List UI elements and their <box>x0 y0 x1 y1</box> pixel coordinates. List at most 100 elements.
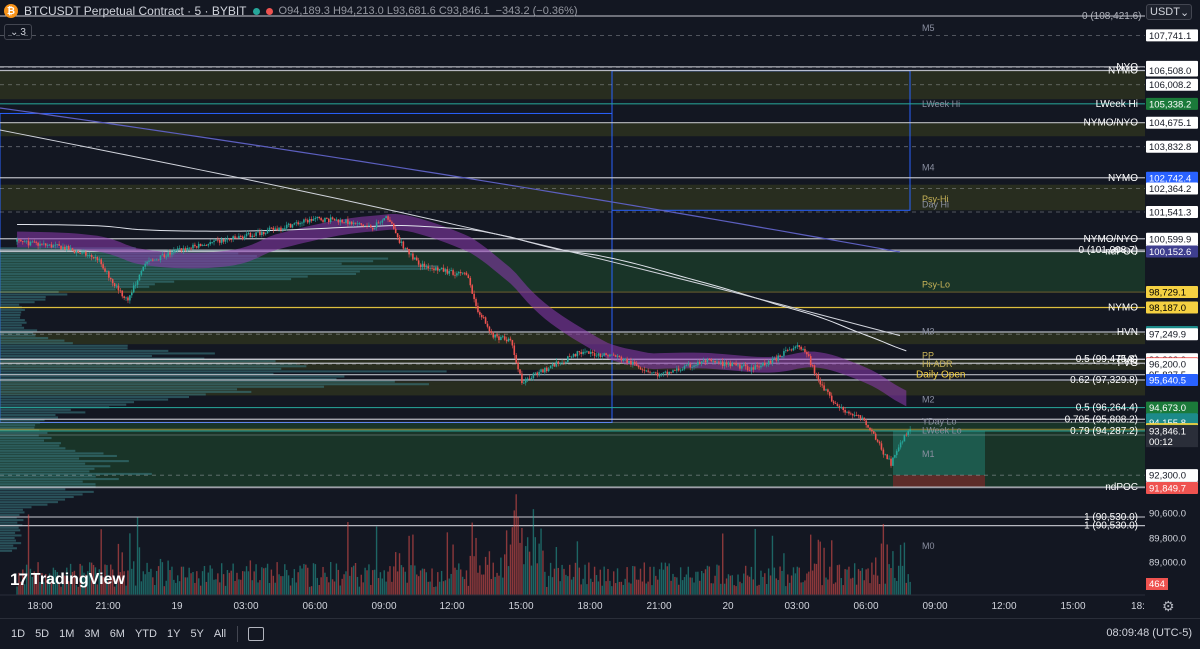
candle <box>238 233 240 239</box>
timeframe-1m[interactable]: 1M <box>54 628 79 640</box>
timeframe-6m[interactable]: 6M <box>105 628 130 640</box>
timeframe-5y[interactable]: 5Y <box>185 628 208 640</box>
candle <box>268 225 271 233</box>
candle-body <box>152 259 154 261</box>
candle-body <box>375 222 378 228</box>
volume-bar <box>157 566 160 595</box>
volume-bar <box>429 581 431 595</box>
candle-body <box>817 375 820 380</box>
calendar-icon[interactable] <box>248 627 265 641</box>
candle-body <box>859 415 862 419</box>
candle-body <box>821 384 823 386</box>
tradingview-logo[interactable]: 17 TradingView <box>10 570 125 590</box>
candle <box>792 345 795 352</box>
volume-bar <box>549 562 552 595</box>
timeframe-all[interactable]: All <box>209 628 231 640</box>
candle-body <box>681 369 684 371</box>
candle <box>199 243 202 247</box>
candle-body <box>419 264 422 267</box>
candle-body <box>412 253 414 260</box>
profile-bar <box>0 454 117 458</box>
volume-bar <box>209 565 211 595</box>
profile-bar <box>0 480 83 483</box>
volume-bar <box>188 567 190 595</box>
volume-bar <box>299 565 301 595</box>
candle-body <box>664 371 667 373</box>
candle-body <box>427 266 430 269</box>
timeframe-1d[interactable]: 1D <box>6 628 30 640</box>
bitcoin-logo-icon: ₿ <box>4 4 18 18</box>
volume-bar <box>593 566 596 595</box>
candle-body <box>85 251 87 256</box>
candle-body <box>683 365 686 370</box>
candle-body <box>129 295 131 301</box>
candle-body <box>184 248 187 251</box>
volume-bar <box>733 585 735 595</box>
candle <box>213 238 215 246</box>
volume-bar <box>825 577 827 595</box>
candle-body <box>102 264 104 269</box>
price-chart[interactable]: NYONYMOLWeek HiNYMO/NYONYMONYMO/NYO0 (10… <box>0 0 1200 618</box>
candle-body <box>892 457 894 466</box>
candle-body <box>113 283 116 287</box>
profile-bar <box>0 385 325 388</box>
volume-bar <box>454 567 456 595</box>
candle-body <box>561 362 563 364</box>
symbol-title[interactable]: BTCUSDT Perpetual Contract · 5 · BYBIT <box>24 4 247 18</box>
volume-bar <box>243 571 246 595</box>
candle <box>178 245 181 250</box>
volume-bar <box>525 546 527 595</box>
time-tick-label: 15:00 <box>508 601 533 612</box>
axis-tick-label: 89,800.0 <box>1149 534 1186 545</box>
candle-body <box>714 360 716 363</box>
profile-bar <box>0 311 22 314</box>
candle-body <box>276 228 278 230</box>
timeframe-3m[interactable]: 3M <box>79 628 104 640</box>
data-status-icon <box>265 7 273 15</box>
profile-bar <box>0 431 48 434</box>
candle <box>240 234 242 238</box>
candle-body <box>381 220 384 223</box>
candle-body <box>553 364 556 367</box>
candle-body <box>71 248 74 251</box>
candle-body <box>308 218 311 223</box>
candle-body <box>471 285 474 294</box>
profile-bar <box>0 296 46 299</box>
volume-bar <box>674 576 676 595</box>
clock[interactable]: 08:09:48 (UTC-5) <box>1106 627 1192 639</box>
currency-select[interactable]: USDT ⌄ <box>1146 4 1192 20</box>
gear-icon[interactable]: ⚙ <box>1162 598 1175 615</box>
candle-body <box>56 244 59 246</box>
volume-bar <box>494 576 496 595</box>
volume-bar <box>859 570 862 595</box>
time-tick-label: 18: <box>1131 601 1145 612</box>
candle-body <box>551 364 554 366</box>
candle <box>785 346 787 353</box>
volume-bar <box>335 563 338 595</box>
timeframe-5d[interactable]: 5D <box>30 628 54 640</box>
volume-bar <box>781 570 783 595</box>
time-tick-label: 19 <box>171 601 183 612</box>
timeframe-1y[interactable]: 1Y <box>162 628 185 640</box>
long-position-target-box[interactable] <box>893 430 985 476</box>
volume-bar <box>421 568 424 595</box>
volume-bar <box>247 571 250 595</box>
volume-bar <box>377 578 380 595</box>
candle <box>528 375 531 380</box>
candle-body <box>593 353 596 356</box>
candle-body <box>750 367 753 371</box>
timeframe-ytd[interactable]: YTD <box>130 628 162 640</box>
volume-bar <box>764 573 766 595</box>
candle <box>829 391 831 399</box>
profile-bar <box>0 324 22 327</box>
volume-bar <box>882 523 885 595</box>
volume-bar <box>402 567 405 595</box>
candle-body <box>557 361 560 364</box>
candle <box>484 316 487 324</box>
profile-bar <box>0 444 60 447</box>
volume-bar <box>769 575 772 595</box>
candle-body <box>727 362 730 365</box>
volume-bar <box>865 569 867 595</box>
indicators-toggle-button[interactable]: ⌄ 3 <box>4 24 32 40</box>
long-position-stop-box[interactable] <box>893 475 985 488</box>
